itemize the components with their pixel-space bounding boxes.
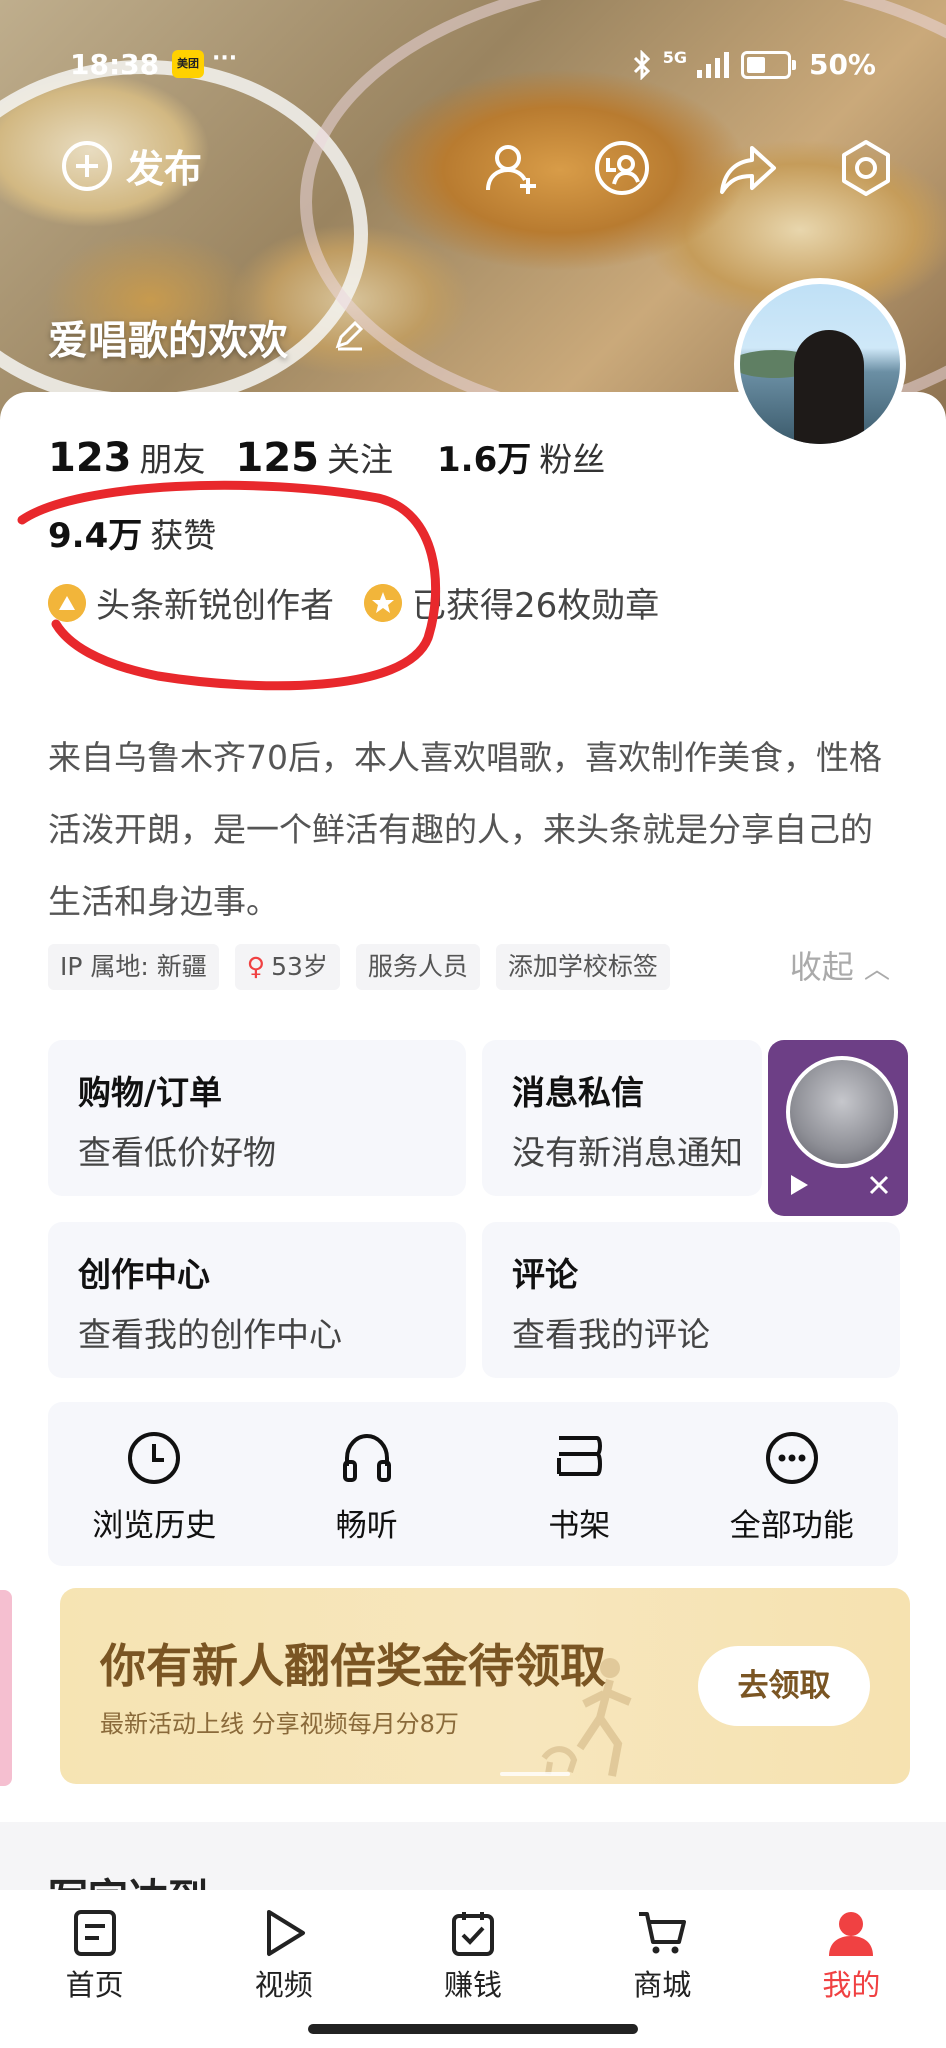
home-indicator bbox=[308, 2024, 638, 2034]
nav-label: 首页 bbox=[65, 1968, 124, 2002]
nav-label: 我的 bbox=[822, 1968, 881, 2002]
visitor-history-icon[interactable] bbox=[592, 138, 652, 198]
medals-label[interactable]: 已获得26枚勋章 bbox=[412, 578, 659, 627]
tag-age: ♀ 53岁 bbox=[234, 944, 340, 990]
collapse-button[interactable]: 收起 ︿ bbox=[790, 944, 890, 993]
hand-drawn-red-circle bbox=[17, 480, 441, 691]
signal-icon bbox=[696, 51, 729, 78]
plus-circle-icon bbox=[62, 140, 112, 191]
tile-title: 消息私信 bbox=[512, 1073, 644, 1112]
username: 爱唱歌的欢欢 bbox=[48, 318, 288, 364]
user-profile-icon bbox=[829, 1912, 874, 1956]
carousel-indicator bbox=[500, 1772, 570, 1776]
nav-home[interactable]: 首页 bbox=[0, 1890, 189, 2048]
tile-messages[interactable]: 消息私信 没有新消息通知 bbox=[482, 1040, 762, 1196]
profile-bio: 来自乌鲁木齐70后，本人喜欢唱歌，喜欢制作美食，性格活泼开朗，是一个鲜活有趣的人… bbox=[48, 738, 882, 921]
add-friend-icon[interactable] bbox=[482, 138, 542, 198]
shortcut-bar: 浏览历史 畅听 书架 全部功能 bbox=[48, 1402, 898, 1566]
cart-icon bbox=[639, 1912, 687, 1954]
avatar[interactable] bbox=[734, 278, 906, 450]
shortcut-all-features[interactable]: 全部功能 bbox=[686, 1402, 899, 1566]
tile-comments[interactable]: 评论 查看我的评论 bbox=[482, 1222, 900, 1378]
fans-count[interactable]: 1.6万 bbox=[437, 432, 531, 481]
tile-creator-center[interactable]: 创作中心 查看我的创作中心 bbox=[48, 1222, 466, 1378]
nav-label: 赚钱 bbox=[444, 1968, 503, 2002]
fans-label[interactable]: 粉丝 bbox=[539, 433, 605, 481]
tile-subtitle: 查看我的创作中心 bbox=[78, 1315, 342, 1354]
tile-title: 购物/订单 bbox=[78, 1073, 223, 1112]
promo-subtitle: 最新活动上线 分享视频每月分8万 bbox=[100, 1710, 459, 1738]
shortcut-listen[interactable]: 畅听 bbox=[261, 1402, 474, 1566]
bluetooth-icon bbox=[633, 49, 650, 80]
player-cover-image bbox=[786, 1056, 898, 1168]
promo-title: 你有新人翻倍奖金待领取 bbox=[100, 1639, 606, 1693]
side-tab[interactable] bbox=[0, 1590, 12, 1786]
avatar-figure bbox=[794, 330, 864, 444]
collapse-label: 收起 bbox=[789, 948, 854, 986]
floating-audio-player[interactable] bbox=[768, 1040, 908, 1216]
claim-button[interactable]: 去领取 bbox=[698, 1646, 870, 1726]
status-bar: 18:38 美团 ··· 5G 50% bbox=[0, 38, 946, 88]
edit-name-icon[interactable] bbox=[332, 318, 366, 352]
battery-level: 50% bbox=[808, 48, 876, 81]
publish-label: 发布 bbox=[126, 147, 203, 191]
tile-title: 创作中心 bbox=[78, 1255, 210, 1294]
shortcut-label: 畅听 bbox=[335, 1508, 398, 1544]
headphones-icon bbox=[342, 1433, 391, 1482]
chevron-up-icon: ︿ bbox=[863, 955, 890, 985]
shortcut-label: 书架 bbox=[548, 1508, 611, 1544]
bookshelf-icon bbox=[557, 1436, 603, 1476]
clock-icon bbox=[128, 1432, 181, 1484]
more-dots-icon: ··· bbox=[212, 46, 238, 71]
close-icon[interactable] bbox=[868, 1174, 890, 1196]
share-icon[interactable] bbox=[718, 138, 778, 198]
publish-button[interactable]: 发布 bbox=[62, 138, 202, 193]
home-doc-icon bbox=[73, 1910, 116, 1956]
battery-icon bbox=[740, 50, 796, 79]
nav-me[interactable]: 我的 bbox=[757, 1890, 946, 2048]
tag-occupation[interactable]: 服务人员 bbox=[355, 944, 480, 990]
tile-title: 评论 bbox=[512, 1255, 578, 1294]
promo-banner[interactable]: 你有新人翻倍奖金待领取 最新活动上线 分享视频每月分8万 去领取 bbox=[60, 1588, 910, 1784]
shortcut-label: 浏览历史 bbox=[92, 1508, 217, 1544]
tag-add-school[interactable]: 添加学校标签 bbox=[495, 944, 670, 990]
more-circle-icon bbox=[765, 1432, 818, 1484]
female-icon: ♀ bbox=[246, 952, 266, 981]
tile-subtitle: 查看我的评论 bbox=[512, 1315, 710, 1354]
tag-ip-location: IP 属地: 新疆 bbox=[48, 944, 219, 990]
nav-label: 视频 bbox=[254, 1968, 313, 2002]
play-icon[interactable] bbox=[786, 1172, 812, 1198]
profile-tags: IP 属地: 新疆 ♀ 53岁 服务人员 添加学校标签 bbox=[48, 944, 670, 990]
tile-subtitle: 没有新消息通知 bbox=[512, 1133, 743, 1172]
shortcut-label: 全部功能 bbox=[729, 1508, 854, 1544]
check-task-icon bbox=[452, 1912, 494, 1956]
tag-age-label: 53岁 bbox=[271, 952, 328, 981]
status-time: 18:38 bbox=[70, 48, 160, 81]
tile-subtitle: 查看低价好物 bbox=[78, 1133, 276, 1172]
tile-shopping-orders[interactable]: 购物/订单 查看低价好物 bbox=[48, 1040, 466, 1196]
settings-icon[interactable] bbox=[836, 138, 896, 198]
status-right: 5G 50% bbox=[631, 48, 876, 81]
network-type: 5G bbox=[662, 48, 687, 67]
shortcut-history[interactable]: 浏览历史 bbox=[48, 1402, 261, 1566]
shortcut-bookshelf[interactable]: 书架 bbox=[473, 1402, 686, 1566]
play-triangle-icon bbox=[266, 1910, 305, 1956]
app-badge-icon: 美团 bbox=[172, 50, 204, 78]
nav-label: 商城 bbox=[633, 1968, 692, 2002]
